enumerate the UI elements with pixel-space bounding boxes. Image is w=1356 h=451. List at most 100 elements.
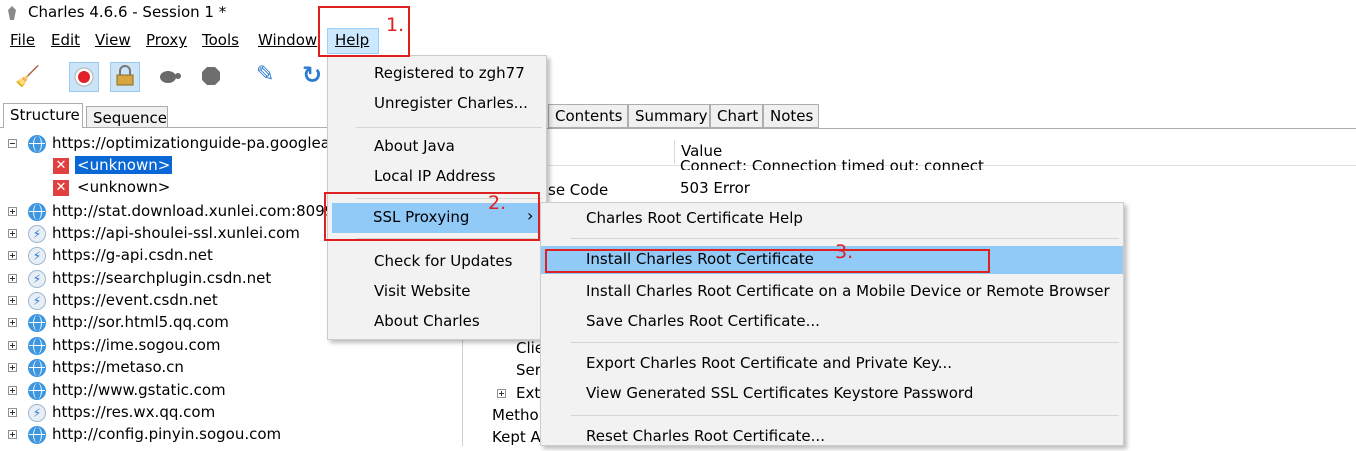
ssl-proxying-button[interactable]	[110, 62, 140, 92]
broom-icon: 🧹	[15, 64, 40, 88]
host-label: https://ime.sogou.com	[52, 336, 221, 354]
error-x-icon: ✕	[53, 158, 69, 174]
tab-chart[interactable]: Chart	[710, 104, 763, 128]
lightning-icon: ⚡	[28, 292, 46, 310]
record-icon	[74, 67, 94, 87]
title-bar: Charles 4.6.6 - Session 1 *	[0, 0, 1356, 26]
menu-root-cert-help[interactable]: Charles Root Certificate Help	[541, 205, 1123, 233]
menu-export-root-cert-key[interactable]: Export Charles Root Certificate and Priv…	[541, 350, 1123, 378]
menu-file[interactable]: File	[10, 31, 35, 49]
expand-icon[interactable]	[8, 363, 17, 372]
menu-view-keystore-password[interactable]: View Generated SSL Certificates Keystore…	[541, 380, 1123, 408]
menu-unregister-charles[interactable]: Unregister Charles...	[328, 90, 546, 118]
throttle-button[interactable]	[155, 62, 185, 92]
menu-window[interactable]: Window	[258, 31, 317, 49]
lightning-icon: ⚡	[28, 404, 46, 422]
tab-contents[interactable]: Contents	[548, 104, 628, 128]
compose-button[interactable]: ✎	[252, 62, 282, 92]
annotation-step1: 1.	[386, 14, 405, 36]
lightning-icon: ⚡	[28, 270, 46, 288]
host-label: http://www.gstatic.com	[52, 381, 226, 399]
extensions-label: Ext	[516, 384, 541, 402]
tab-structure[interactable]: Structure	[3, 103, 83, 128]
breakpoints-button[interactable]	[197, 62, 227, 92]
menu-save-root-cert[interactable]: Save Charles Root Certificate...	[541, 308, 1123, 336]
globe-icon	[28, 203, 46, 221]
menu-local-ip-address[interactable]: Local IP Address	[328, 163, 546, 191]
tab-sequence[interactable]: Sequence	[86, 106, 168, 128]
host-label: https://api-shoulei-ssl.xunlei.com	[52, 224, 300, 242]
host-label: http://config.pinyin.sogou.com	[52, 425, 282, 443]
status-value: Connect: Connection timed out: connect	[680, 157, 984, 170]
collapse-icon[interactable]	[8, 139, 17, 148]
clear-session-button[interactable]: 🧹	[12, 62, 42, 92]
tab-notes[interactable]: Notes	[763, 104, 819, 128]
expand-icon[interactable]	[8, 207, 17, 216]
menu-bar: File Edit View Proxy Tools Window Help	[0, 28, 1356, 54]
annotation-box-step3	[545, 249, 990, 273]
expand-icon[interactable]	[8, 274, 17, 283]
menu-reset-root-cert[interactable]: Reset Charles Root Certificate...	[541, 423, 1123, 451]
response-code-label: se Code	[548, 181, 609, 199]
globe-icon	[28, 359, 46, 377]
ssl-lock-icon	[116, 65, 134, 86]
menu-about-charles[interactable]: About Charles	[328, 308, 546, 336]
repeat-button[interactable]: ↻	[298, 61, 328, 92]
menu-proxy[interactable]: Proxy	[146, 31, 187, 49]
ssl-proxying-submenu: Charles Root Certificate Help Install Ch…	[540, 202, 1124, 446]
globe-icon	[28, 314, 46, 332]
tab-notes-label: Notes	[770, 107, 814, 125]
lightning-icon: ⚡	[28, 225, 46, 243]
host-label: https://metaso.cn	[52, 358, 184, 376]
pen-icon: ✎	[256, 62, 275, 87]
tab-structure-label: Structure	[10, 106, 80, 124]
expand-icon[interactable]	[8, 430, 17, 439]
lightning-icon: ⚡	[28, 247, 46, 265]
stop-icon	[202, 67, 220, 85]
column-divider	[674, 140, 675, 164]
tree-row-host[interactable]: ⚡ https://res.wx.qq.com	[0, 402, 462, 424]
expand-icon[interactable]	[8, 386, 17, 395]
expand-icon[interactable]	[8, 318, 17, 327]
globe-icon	[28, 382, 46, 400]
globe-icon	[28, 135, 46, 153]
method-label: Metho	[492, 406, 539, 424]
menu-tools[interactable]: Tools	[202, 31, 239, 49]
menu-registered-to[interactable]: Registered to zgh77	[328, 60, 546, 88]
tree-row-host[interactable]: https://metaso.cn	[0, 357, 462, 379]
tab-contents-label: Contents	[555, 107, 623, 125]
globe-icon	[28, 426, 46, 444]
record-button[interactable]	[69, 62, 99, 92]
menu-check-for-updates[interactable]: Check for Updates	[328, 248, 546, 276]
kept-alive-label: Kept A	[492, 428, 541, 446]
tab-sequence-label: Sequence	[93, 109, 167, 127]
menu-install-root-cert-mobile[interactable]: Install Charles Root Certificate on a Mo…	[541, 278, 1123, 306]
tree-row-host[interactable]: http://config.pinyin.sogou.com	[0, 424, 462, 446]
menu-view[interactable]: View	[95, 31, 131, 49]
tab-chart-label: Chart	[717, 107, 759, 125]
tab-summary[interactable]: Summary	[628, 104, 710, 128]
menu-edit[interactable]: Edit	[51, 31, 80, 49]
menu-separator	[571, 342, 1119, 343]
tab-summary-label: Summary	[635, 107, 708, 125]
toolbar: 🧹 ✎ ↻	[0, 58, 1356, 94]
annotation-step2: 2.	[488, 192, 507, 214]
tree-row-host[interactable]: http://www.gstatic.com	[0, 380, 462, 402]
window-title: Charles 4.6.6 - Session 1 *	[28, 3, 227, 21]
menu-about-java[interactable]: About Java	[328, 133, 546, 161]
expand-icon[interactable]	[8, 296, 17, 305]
menu-separator	[571, 238, 1119, 239]
expand-icon[interactable]	[8, 408, 17, 417]
expand-icon[interactable]	[8, 341, 17, 350]
expand-icon[interactable]	[497, 389, 506, 398]
charles-app-icon	[8, 6, 16, 20]
error-x-icon: ✕	[53, 180, 69, 196]
host-label: http://sor.html5.qq.com	[52, 313, 229, 331]
expand-icon[interactable]	[8, 229, 17, 238]
menu-separator	[356, 127, 542, 128]
expand-icon[interactable]	[8, 251, 17, 260]
refresh-icon: ↻	[302, 61, 323, 89]
menu-visit-website[interactable]: Visit Website	[328, 278, 546, 306]
host-label: https://event.csdn.net	[52, 291, 218, 309]
menu-separator	[571, 415, 1119, 416]
